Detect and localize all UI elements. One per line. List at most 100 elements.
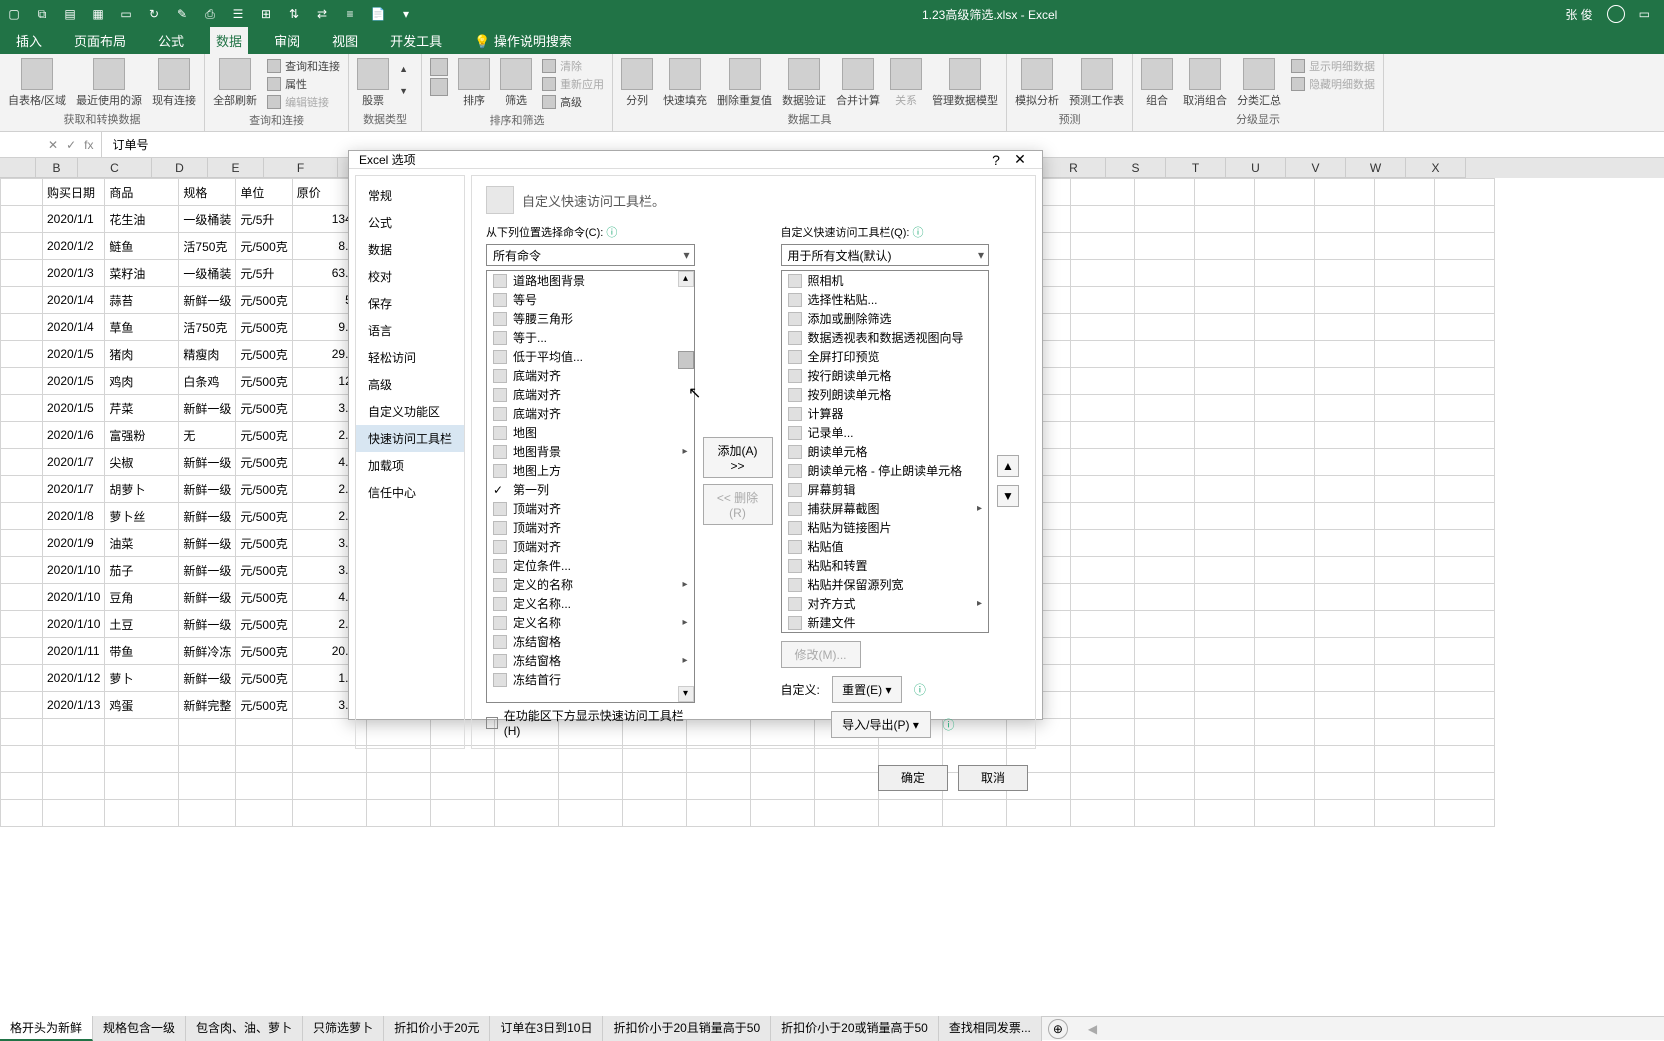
cancel-button[interactable]: 取消	[958, 765, 1028, 791]
qat-list-item[interactable]: 按列朗读单元格	[782, 385, 989, 404]
move-down-button[interactable]: ▼	[997, 485, 1019, 507]
options-nav-item[interactable]: 高级	[356, 371, 464, 398]
command-list-item[interactable]: ✓第一列	[487, 480, 694, 499]
sheet-tab[interactable]: 只筛选萝卜	[303, 1016, 384, 1041]
command-list-item[interactable]: 道路地图背景	[487, 271, 694, 290]
sheet-tab[interactable]: 包含肉、油、萝卜	[186, 1016, 303, 1041]
qat-icon[interactable]: ⧉	[34, 6, 50, 22]
remove-button[interactable]: << 删除(R)	[703, 484, 773, 525]
tab-developer[interactable]: 开发工具	[384, 27, 448, 54]
qat-icon[interactable]: ⊞	[258, 6, 274, 22]
command-list-item[interactable]: 定义的名称▸	[487, 575, 694, 594]
qat-list-item[interactable]: 照相机	[782, 271, 989, 290]
options-nav-item[interactable]: 快速访问工具栏	[356, 425, 464, 452]
tell-me[interactable]: 💡 操作说明搜索	[468, 27, 578, 54]
show-detail-item[interactable]: 显示明细数据	[1291, 58, 1375, 74]
tab-formulas[interactable]: 公式	[152, 27, 190, 54]
sheet-tab[interactable]: 查找相同发票...	[939, 1016, 1042, 1041]
queries-conn-item[interactable]: 查询和连接	[267, 58, 340, 74]
sheet-tab[interactable]: 格开头为新鲜	[0, 1016, 93, 1041]
reapply-item[interactable]: 重新应用	[542, 76, 604, 92]
group-button[interactable]: 组合	[1141, 58, 1173, 108]
command-list-item[interactable]: 底端对齐	[487, 404, 694, 423]
column-header[interactable]: T	[1166, 158, 1226, 178]
tab-review[interactable]: 审阅	[268, 27, 306, 54]
tab-insert[interactable]: 插入	[10, 27, 48, 54]
qat-list-item[interactable]: 粘贴并保留源列宽	[782, 575, 989, 594]
qat-dropdown-icon[interactable]: ▾	[398, 6, 414, 22]
scroll-left-icon[interactable]: ◀	[1088, 1022, 1097, 1036]
qat-list-item[interactable]: 屏幕剪辑	[782, 480, 989, 499]
sheet-tab[interactable]: 规格包含一级	[93, 1016, 186, 1041]
help-icon[interactable]: ?	[984, 152, 1008, 168]
command-list-item[interactable]: 顶端对齐	[487, 537, 694, 556]
command-list-item[interactable]: 冻结窗格▸	[487, 651, 694, 670]
properties-item[interactable]: 属性	[267, 76, 340, 92]
qat-icon[interactable]: ☰	[230, 6, 246, 22]
remove-dup-button[interactable]: 删除重复值	[717, 58, 772, 108]
command-list-item[interactable]: 等于...	[487, 328, 694, 347]
command-list-item[interactable]: 定位条件...	[487, 556, 694, 575]
qat-icon[interactable]: ▢	[6, 6, 22, 22]
command-list-item[interactable]: 地图背景▸	[487, 442, 694, 461]
recent-sources-button[interactable]: 最近使用的源	[76, 58, 142, 108]
qat-icon[interactable]: ▦	[90, 6, 106, 22]
qat-icon[interactable]: ⇄	[314, 6, 330, 22]
command-list-item[interactable]: 定义名称...	[487, 594, 694, 613]
show-below-checkbox[interactable]	[486, 717, 498, 729]
qat-list-item[interactable]: 粘贴和转置	[782, 556, 989, 575]
scroll-up-icon[interactable]: ▲	[399, 64, 413, 74]
fx-icon[interactable]: fx	[84, 138, 93, 152]
from-table-button[interactable]: 自表格/区域	[8, 58, 66, 108]
sort-asc-icon[interactable]	[430, 58, 448, 76]
options-nav-item[interactable]: 轻松访问	[356, 344, 464, 371]
command-list-item[interactable]: 低于平均值...	[487, 347, 694, 366]
scroll-down-icon[interactable]: ▾	[678, 686, 694, 702]
refresh-all-button[interactable]: 全部刷新	[213, 58, 257, 108]
options-nav-item[interactable]: 加载项	[356, 452, 464, 479]
commands-dropdown[interactable]: 所有命令	[486, 244, 695, 266]
command-list-item[interactable]: 等号	[487, 290, 694, 309]
relations-button[interactable]: 关系	[890, 58, 922, 108]
qat-list-item[interactable]: 粘贴值	[782, 537, 989, 556]
options-nav-item[interactable]: 公式	[356, 209, 464, 236]
qat-list-item[interactable]: 计算器	[782, 404, 989, 423]
stocks-button[interactable]: 股票	[357, 58, 389, 108]
scroll-down-icon[interactable]: ▼	[399, 86, 413, 96]
data-model-button[interactable]: 管理数据模型	[932, 58, 998, 108]
scrollbar-thumb[interactable]	[678, 351, 694, 369]
qat-list-item[interactable]: 数据透视表和数据透视图向导	[782, 328, 989, 347]
column-header[interactable]: U	[1226, 158, 1286, 178]
options-nav-item[interactable]: 校对	[356, 263, 464, 290]
close-icon[interactable]: ✕	[1008, 151, 1032, 168]
column-header[interactable]: E	[208, 158, 264, 178]
qat-icon[interactable]: ⎙	[202, 6, 218, 22]
column-header[interactable]: C	[78, 158, 152, 178]
whatif-button[interactable]: 模拟分析	[1015, 58, 1059, 108]
ribbon-display-icon[interactable]: ▭	[1639, 7, 1650, 21]
qat-icon[interactable]: ↻	[146, 6, 162, 22]
tab-view[interactable]: 视图	[326, 27, 364, 54]
sheet-tab[interactable]: 订单在3日到10日	[490, 1016, 603, 1041]
command-list-item[interactable]: 地图上方	[487, 461, 694, 480]
qat-icon[interactable]: ✎	[174, 6, 190, 22]
filter-button[interactable]: 筛选	[500, 58, 532, 108]
sheet-tab[interactable]: 折扣价小于20或销量高于50	[771, 1016, 939, 1041]
column-header[interactable]: B	[36, 158, 78, 178]
qat-icon[interactable]: ▤	[62, 6, 78, 22]
qat-icon[interactable]: 📄	[370, 6, 386, 22]
column-header[interactable]: D	[152, 158, 208, 178]
reset-button[interactable]: 重置(E) ▾	[832, 676, 902, 703]
qat-list-item[interactable]: 捕获屏幕截图▸	[782, 499, 989, 518]
modify-button[interactable]: 修改(M)...	[781, 641, 861, 668]
qat-icon[interactable]: ≡	[342, 6, 358, 22]
user-avatar-icon[interactable]	[1607, 5, 1625, 23]
enter-icon[interactable]: ✓	[66, 138, 76, 152]
qat-list-item[interactable]: 全屏打印预览	[782, 347, 989, 366]
advanced-item[interactable]: 高级	[542, 94, 604, 110]
command-list-item[interactable]: 底端对齐	[487, 366, 694, 385]
qat-list-item[interactable]: 朗读单元格 - 停止朗读单元格	[782, 461, 989, 480]
consolidate-button[interactable]: 合并计算	[836, 58, 880, 108]
new-sheet-button[interactable]: ⊕	[1048, 1019, 1068, 1039]
tab-data[interactable]: 数据	[210, 27, 248, 54]
